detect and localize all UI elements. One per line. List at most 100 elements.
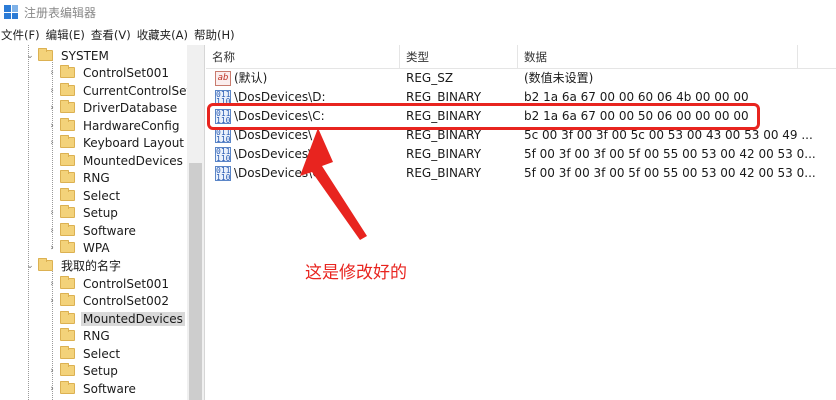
folder-icon (60, 363, 75, 376)
expand-icon[interactable]: › (47, 275, 57, 292)
table-row[interactable]: 011 110 \DosDevices\G: REG_BINARY 5f 00 3… (206, 164, 836, 183)
folder-icon (60, 240, 75, 253)
binary-value-icon: 011 110 (215, 166, 231, 181)
tree-item-select[interactable]: Select (47, 187, 122, 204)
value-name: (默认) (234, 71, 268, 85)
menu-bar: 文件(F) 编辑(E) 查看(V) 收藏夹(A) 帮助(H) (0, 24, 836, 45)
tree-item-label: HardwareConfig (83, 118, 180, 133)
tree-item-label: ControlSet002 (83, 293, 169, 308)
tree-item-label: Select (83, 188, 121, 203)
table-row[interactable]: 011 110 \DosDevices\ REG_BINARY 5f 00 3f … (206, 145, 836, 164)
tree-item-label: Setup (83, 363, 118, 378)
expand-icon[interactable]: › (47, 292, 57, 309)
folder-icon (60, 223, 75, 236)
regedit-app-icon (4, 5, 18, 19)
string-value-icon: ab (215, 71, 231, 86)
tree-item-controlset001[interactable]: › ControlSet001 (47, 64, 171, 81)
expand-icon[interactable]: › (47, 362, 57, 379)
tree-item-setup-2[interactable]: › Setup (47, 362, 120, 379)
tree-item-select-2[interactable]: Select (47, 345, 122, 362)
expand-icon[interactable]: › (47, 239, 57, 256)
collapse-icon[interactable]: ⌄ (25, 47, 35, 64)
tree-item-label: Software (83, 381, 136, 396)
tree-item-label: ControlSet001 (83, 276, 169, 291)
expand-icon[interactable]: › (47, 117, 57, 134)
folder-icon (60, 328, 75, 341)
annotation-highlight-box (207, 103, 760, 130)
tree-item-label: Software (83, 223, 136, 238)
folder-icon (38, 48, 53, 61)
table-row[interactable]: ab (默认) REG_SZ (数值未设置) (206, 69, 836, 88)
menu-file[interactable]: 文件(F) (0, 27, 46, 43)
tree-item-system[interactable]: ⌄ SYSTEM (25, 47, 111, 64)
value-type: REG_BINARY (406, 166, 482, 180)
expand-icon[interactable]: › (47, 222, 57, 239)
tree-item-label: WPA (83, 240, 110, 255)
expand-icon[interactable]: › (47, 82, 57, 99)
tree-item-software-2[interactable]: › Software (47, 380, 138, 397)
column-header-data[interactable]: 数据 (518, 45, 798, 69)
tree-item-mounteddevices-selected[interactable]: MountedDevices (47, 310, 185, 327)
folder-icon (60, 170, 75, 183)
tree-item-label: DriverDatabase (83, 100, 178, 115)
tree-guide-line (28, 45, 29, 400)
value-type: REG_BINARY (406, 147, 482, 161)
folder-icon (60, 276, 75, 289)
tree-item-label: RNG (83, 170, 110, 185)
tree-item-label: Setup (83, 205, 118, 220)
folder-icon (60, 135, 75, 148)
expand-icon[interactable]: › (47, 99, 57, 116)
folder-icon (38, 258, 53, 271)
tree-item-driverdatabase[interactable]: › DriverDatabase (47, 99, 179, 116)
binary-value-icon: 011 110 (215, 128, 231, 143)
tree-scrollbar-thumb[interactable] (189, 163, 202, 400)
value-name: \DosDevices\ (234, 147, 313, 161)
menu-edit[interactable]: 编辑(E) (46, 27, 91, 43)
folder-icon (60, 100, 75, 113)
annotation-text: 这是修改好的 (305, 263, 407, 283)
tree-item-hardwareconfig[interactable]: › HardwareConfig (47, 117, 181, 134)
expand-icon[interactable]: › (47, 64, 57, 81)
tree-item-rng[interactable]: RNG (47, 169, 112, 186)
tree-item-software[interactable]: › Software (47, 222, 138, 239)
folder-icon (60, 65, 75, 78)
expand-icon[interactable]: › (47, 204, 57, 221)
tree-item-label: SYSTEM (61, 48, 109, 63)
tree-item-controlset002[interactable]: › ControlSet002 (47, 292, 171, 309)
values-list-header: 名称 类型 数据 (206, 45, 836, 69)
tree-item-label: RNG (83, 328, 110, 343)
tree-item-wpa[interactable]: › WPA (47, 239, 112, 256)
expand-icon[interactable]: › (47, 134, 57, 151)
value-data: 5f 00 3f 00 3f 00 5f 00 55 00 53 00 42 0… (524, 166, 816, 180)
tree-item-keyboard-layout[interactable]: › Keyboard Layout (47, 134, 186, 151)
collapse-icon[interactable]: ⌄ (25, 257, 35, 274)
key-tree-pane[interactable]: ⌄ SYSTEM › ControlSet001 › CurrentContro… (0, 45, 205, 400)
tree-item-label: MountedDevices (81, 311, 185, 326)
tree-scrollbar[interactable] (187, 45, 204, 400)
menu-help[interactable]: 帮助(H) (194, 27, 241, 43)
tree-item-label: Keyboard Layout (83, 135, 185, 150)
tree-item-setup[interactable]: › Setup (47, 204, 120, 221)
menu-view[interactable]: 查看(V) (91, 27, 137, 43)
tree-item-label: 我取的名字 (61, 259, 122, 273)
folder-icon (60, 188, 75, 201)
column-header-name[interactable]: 名称 (206, 45, 400, 69)
tree-item-mounteddevices[interactable]: MountedDevices (47, 152, 185, 169)
folder-icon (60, 311, 75, 324)
tree-item-label: CurrentControlSet (83, 83, 192, 98)
folder-icon (60, 381, 75, 394)
expand-icon[interactable]: › (47, 380, 57, 397)
tree-item-custom-hive[interactable]: ⌄ 我取的名字 (25, 257, 123, 274)
tree-item-controlset001-2[interactable]: › ControlSet001 (47, 275, 171, 292)
value-data: 5f 00 3f 00 3f 00 5f 00 55 00 53 00 42 0… (524, 147, 816, 161)
column-header-type[interactable]: 类型 (400, 45, 518, 69)
tree-item-currentcontrolset[interactable]: › CurrentControlSet (47, 82, 193, 99)
value-type: REG_SZ (406, 71, 454, 85)
value-name: \DosDevices\G: (234, 166, 326, 180)
menu-favorites[interactable]: 收藏夹(A) (137, 27, 194, 43)
tree-item-rng-2[interactable]: RNG (47, 327, 112, 344)
title-bar: 注册表编辑器 (0, 0, 836, 24)
folder-icon (60, 153, 75, 166)
binary-value-icon: 011 110 (215, 147, 231, 162)
folder-icon (60, 293, 75, 306)
